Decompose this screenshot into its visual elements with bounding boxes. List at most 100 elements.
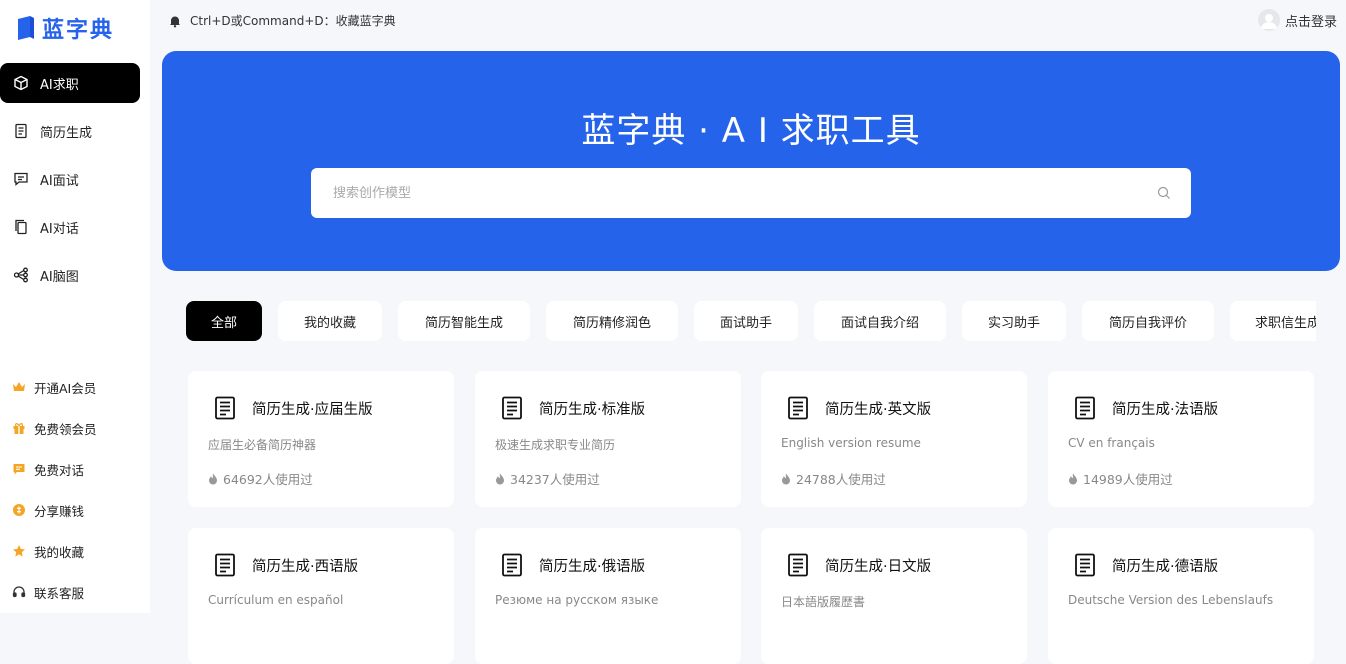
card-description: 极速生成求职专业简历 <box>495 438 616 452</box>
search-bar <box>311 168 1191 218</box>
logo[interactable]: 蓝字典 <box>16 12 114 44</box>
card-title: 简历生成·日文版 <box>825 559 932 575</box>
usage-count: 64692人使用过 <box>223 472 313 487</box>
nav-item-chat[interactable]: AI对话 <box>0 207 140 247</box>
tool-card[interactable]: 简历生成·应届生版应届生必备简历神器 64692人使用过 <box>188 371 454 507</box>
avatar <box>1257 9 1280 31</box>
card-description: CV en français <box>1068 436 1155 450</box>
card-usage: 34237人使用过 <box>495 469 600 488</box>
star-icon <box>12 544 26 558</box>
tab-favorites[interactable]: 我的收藏 <box>278 301 382 341</box>
tool-card[interactable]: 简历生成·法语版 CV en français 14989人使用过 <box>1048 371 1314 507</box>
nav-label: AI脑图 <box>40 269 79 285</box>
hero-banner: 蓝字典 · A I 求职工具 <box>162 51 1340 271</box>
bottom-item-free-vip[interactable]: 免费领会员 <box>12 418 97 438</box>
tab-resume-polish[interactable]: 简历精修润色 <box>546 301 678 341</box>
search-icon[interactable] <box>1157 186 1171 200</box>
nav-label: AI求职 <box>40 77 79 93</box>
resume-document-icon <box>501 553 523 577</box>
card-description: Deutsche Version des Lebenslaufs <box>1068 593 1274 607</box>
card-title: 简历生成·英文版 <box>825 402 932 418</box>
resume-document-icon <box>1074 396 1096 420</box>
tool-card[interactable]: 简历生成·俄语版 Резюме на русском языке <box>475 528 741 664</box>
flame-icon <box>781 473 791 485</box>
flame-icon <box>1068 473 1078 485</box>
resume-document-icon <box>787 553 809 577</box>
search-input[interactable] <box>331 184 1115 202</box>
tab-self-evaluation[interactable]: 简历自我评价 <box>1082 301 1214 341</box>
tab-all[interactable]: 全部 <box>186 301 262 341</box>
crown-icon <box>12 380 26 394</box>
tool-card[interactable]: 简历生成·德语版 Deutsche Version des Lebenslaufs <box>1048 528 1314 664</box>
nav-item-resume[interactable]: 简历生成 <box>0 111 140 151</box>
card-usage: 64692人使用过 <box>208 469 313 488</box>
tab-smart-resume[interactable]: 简历智能生成 <box>398 301 530 341</box>
card-description: 日本語版履歴書 <box>781 595 866 609</box>
tool-card[interactable]: 简历生成·西语版 Currículum en español <box>188 528 454 664</box>
page-title: 蓝字典 · A I 求职工具 <box>581 111 921 151</box>
bottom-item-support[interactable]: 联系客服 <box>12 582 84 602</box>
tab-self-intro[interactable]: 面试自我介绍 <box>814 301 946 341</box>
flame-icon <box>495 473 505 485</box>
tool-card[interactable]: 简历生成·英文版 English version resume 24788人使用过 <box>761 371 1027 507</box>
usage-count: 14989人使用过 <box>1083 472 1173 487</box>
nav-label: AI对话 <box>40 221 79 237</box>
card-title: 简历生成·标准版 <box>539 402 646 418</box>
resume-document-icon <box>501 396 523 420</box>
resume-document-icon <box>787 396 809 420</box>
bottom-item-label: 联系客服 <box>34 585 85 601</box>
bottom-item-label: 免费对话 <box>34 462 85 478</box>
card-title: 简历生成·俄语版 <box>539 559 646 575</box>
card-title: 简历生成·西语版 <box>252 559 359 575</box>
usage-count: 34237人使用过 <box>510 472 600 487</box>
resume-document-icon <box>214 553 236 577</box>
bottom-item-favorites[interactable]: 我的收藏 <box>12 541 84 561</box>
card-title: 简历生成·法语版 <box>1112 402 1219 418</box>
gift-icon <box>12 421 26 435</box>
chat-icon <box>12 462 26 476</box>
nav-label: 简历生成 <box>40 125 93 141</box>
resume-document-icon <box>214 396 236 420</box>
brand-name: 蓝字典 <box>42 18 115 43</box>
bookmark-notice: Ctrl+D或Command+D：收藏蓝字典 <box>168 12 396 29</box>
tab-cover-letter[interactable]: 求职信生成 <box>1230 301 1316 341</box>
nav-item-interview[interactable]: AI面试 <box>0 159 140 199</box>
tool-card[interactable]: 简历生成·日文版日本語版履歴書 <box>761 528 1027 664</box>
coin-icon <box>12 503 26 517</box>
login-label: 点击登录 <box>1284 14 1337 30</box>
bottom-item-share[interactable]: 分享赚钱 <box>12 500 84 520</box>
bottom-item-label: 免费领会员 <box>34 421 97 437</box>
mindmap-icon <box>13 267 29 283</box>
card-usage: 24788人使用过 <box>781 469 886 488</box>
message-icon <box>13 171 29 187</box>
card-title: 简历生成·德语版 <box>1112 559 1219 575</box>
document-icon <box>13 123 29 139</box>
bottom-item-label: 我的收藏 <box>34 544 85 560</box>
bottom-item-vip[interactable]: 开通AI会员 <box>12 377 96 397</box>
resume-document-icon <box>1074 553 1096 577</box>
cube-icon <box>13 75 29 91</box>
card-title: 简历生成·应届生版 <box>252 402 373 418</box>
flame-icon <box>208 473 218 485</box>
tab-internship[interactable]: 实习助手 <box>962 301 1066 341</box>
nav-label: AI面试 <box>40 173 79 189</box>
nav-item-ai-job[interactable]: AI求职 <box>0 63 140 103</box>
tab-interview-helper[interactable]: 面试助手 <box>694 301 798 341</box>
bottom-item-label: 开通AI会员 <box>34 380 97 396</box>
sidebar: 蓝字典 AI求职 简历生成 AI面试 AI对话 AI脑图 开通AI会员 免费领会… <box>0 0 150 613</box>
card-description: 应届生必备简历神器 <box>208 438 317 452</box>
notice-text: Ctrl+D或Command+D：收藏蓝字典 <box>190 14 396 28</box>
card-usage: 14989人使用过 <box>1068 469 1173 488</box>
usage-count: 24788人使用过 <box>796 472 886 487</box>
headset-icon <box>12 585 26 599</box>
card-description: Currículum en español <box>208 593 344 607</box>
bell-icon <box>170 16 180 27</box>
bottom-item-free-chat[interactable]: 免费对话 <box>12 459 84 479</box>
bottom-item-label: 分享赚钱 <box>34 503 85 519</box>
copy-icon <box>13 219 29 235</box>
card-description: English version resume <box>781 436 921 450</box>
tool-card[interactable]: 简历生成·标准版极速生成求职专业简历 34237人使用过 <box>475 371 741 507</box>
login-button[interactable]: 点击登录 <box>1257 9 1337 31</box>
nav-item-mindmap[interactable]: AI脑图 <box>0 255 140 295</box>
card-description: Резюме на русском языке <box>495 593 659 607</box>
